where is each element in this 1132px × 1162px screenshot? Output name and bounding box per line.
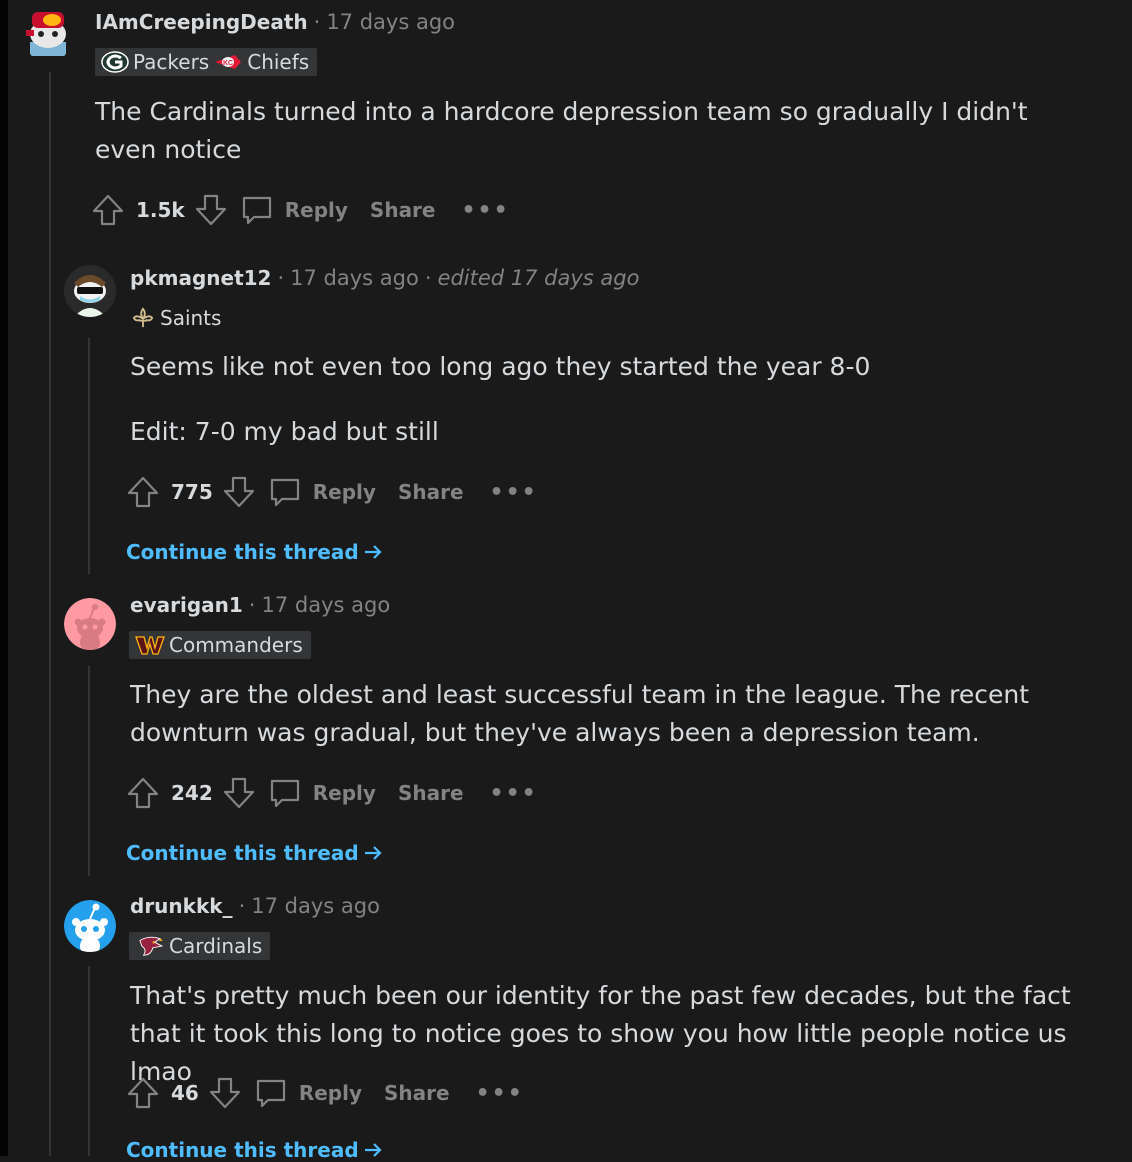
reply-button[interactable]: Reply (267, 474, 376, 510)
reply-label: Reply (312, 480, 376, 504)
comment-body: They are the oldest and least successful… (130, 676, 1110, 752)
separator-dot: · (238, 894, 246, 918)
comment-meta: drunkkk_ · 17 days ago (130, 894, 380, 918)
edited-timestamp: edited 17 days ago (437, 266, 640, 290)
timestamp-link[interactable]: 17 days ago (251, 894, 380, 918)
flair-label-cardinals: Cardinals (169, 934, 263, 958)
continue-thread-label: Continue this thread (126, 841, 359, 865)
upvote-icon[interactable] (125, 1075, 161, 1111)
comment-body: The Cardinals turned into a hardcore dep… (95, 93, 1095, 169)
more-options-icon[interactable]: ••• (462, 198, 510, 223)
username-link[interactable]: IAmCreepingDeath (95, 10, 308, 34)
reply-button[interactable]: Reply (267, 775, 376, 811)
continue-thread-link[interactable]: Continue this thread (126, 540, 383, 564)
comment-bubble-icon (267, 775, 303, 811)
share-button[interactable]: Share (398, 480, 464, 504)
comment-body: Seems like not even too long ago they st… (130, 348, 1110, 451)
downvote-icon[interactable] (193, 192, 229, 228)
continue-thread-label: Continue this thread (126, 1138, 359, 1162)
separator-dot: · (277, 266, 285, 290)
saints-fleur-de-lis-icon (132, 307, 154, 328)
timestamp-link[interactable]: 17 days ago (326, 10, 455, 34)
downvote-icon[interactable] (221, 474, 257, 510)
avatar-snoo-icon (64, 265, 116, 317)
avatar[interactable] (64, 598, 116, 650)
avatar[interactable] (64, 900, 116, 952)
comment-paragraph: They are the oldest and least successful… (130, 680, 1030, 747)
avatar-snoo-icon (64, 900, 116, 952)
user-flair: Saints (128, 304, 229, 332)
svg-text:KC: KC (223, 60, 233, 67)
thread-line-root[interactable] (49, 72, 51, 1156)
user-flair: Cardinals (129, 932, 271, 960)
comment-bubble-icon (239, 192, 275, 228)
comment-meta: pkmagnet12 · 17 days ago · edited 17 days ag… (130, 266, 639, 290)
share-button[interactable]: Share (384, 1081, 450, 1105)
more-options-icon[interactable]: ••• (490, 781, 538, 806)
continue-thread-link[interactable]: Continue this thread (126, 841, 383, 865)
avatar-snoo-icon (64, 598, 116, 650)
downvote-icon[interactable] (221, 775, 257, 811)
upvote-icon[interactable] (125, 775, 161, 811)
comment-actions: 46 Reply Share ••• (125, 1073, 524, 1113)
separator-dot: · (424, 266, 432, 290)
arrow-right-icon (364, 545, 382, 559)
upvote-icon[interactable] (125, 474, 161, 510)
comment-actions: 242 Reply Share ••• (125, 773, 538, 813)
timestamp-link[interactable]: 17 days ago (261, 593, 390, 617)
chiefs-logo-icon: KC (215, 55, 242, 69)
flair-label-saints: Saints (160, 306, 222, 330)
vote-score: 775 (171, 480, 213, 504)
comment-paragraph: Seems like not even too long ago they st… (130, 352, 871, 381)
avatar[interactable] (22, 4, 74, 56)
thread-line-pkmagnet12[interactable] (88, 338, 90, 574)
username-link[interactable]: evarigan1 (130, 593, 243, 617)
reply-label: Reply (298, 1081, 363, 1105)
reply-label: Reply (312, 781, 376, 805)
comment-actions: 775 Reply Share ••• (125, 472, 538, 512)
separator-dot: · (248, 593, 256, 617)
comment-meta: evarigan1 · 17 days ago (130, 593, 390, 617)
comment-bubble-icon (253, 1075, 289, 1111)
more-options-icon[interactable]: ••• (476, 1081, 524, 1106)
vote-score: 242 (171, 781, 213, 805)
separator-dot: · (313, 10, 321, 34)
comment-bubble-icon (267, 474, 303, 510)
comment-meta: IAmCreepingDeath · 17 days ago (95, 10, 455, 34)
vote-score: 46 (171, 1081, 199, 1105)
arrow-right-icon (364, 1143, 382, 1157)
vote-score: 1.5k (136, 198, 185, 222)
upvote-icon[interactable] (90, 192, 126, 228)
timestamp-link[interactable]: 17 days ago (290, 266, 419, 290)
commanders-logo-icon (135, 636, 165, 655)
left-gutter (0, 0, 8, 1156)
avatar[interactable] (64, 265, 116, 317)
downvote-icon[interactable] (207, 1075, 243, 1111)
continue-thread-label: Continue this thread (126, 540, 359, 564)
continue-thread-link[interactable]: Continue this thread (126, 1138, 383, 1162)
share-button[interactable]: Share (398, 781, 464, 805)
share-button[interactable]: Share (370, 198, 436, 222)
username-link[interactable]: drunkkk_ (130, 894, 233, 918)
flair-label-chiefs: Chiefs (247, 50, 310, 74)
comment-actions: 1.5k Reply Share ••• (90, 190, 510, 230)
comment-paragraph: Edit: 7-0 my bad but still (130, 417, 439, 446)
flair-label-commanders: Commanders (169, 633, 303, 657)
thread-line-drunkkk[interactable] (88, 966, 90, 1156)
username-link[interactable]: pkmagnet12 (130, 266, 271, 290)
flair-label-packers: Packers (133, 50, 210, 74)
more-options-icon[interactable]: ••• (490, 480, 538, 505)
reply-button[interactable]: Reply (253, 1075, 362, 1111)
arrow-right-icon (364, 846, 382, 860)
avatar-snoo-icon (22, 4, 74, 56)
user-flair: Packers KC Chiefs (95, 48, 318, 76)
packers-logo-icon (101, 51, 129, 73)
cardinals-logo-icon (139, 936, 164, 956)
comment-paragraph: The Cardinals turned into a hardcore dep… (95, 97, 1028, 164)
reply-button[interactable]: Reply (239, 192, 348, 228)
reply-label: Reply (284, 198, 348, 222)
thread-line-evarigan1[interactable] (88, 666, 90, 876)
user-flair: Commanders (129, 631, 311, 659)
